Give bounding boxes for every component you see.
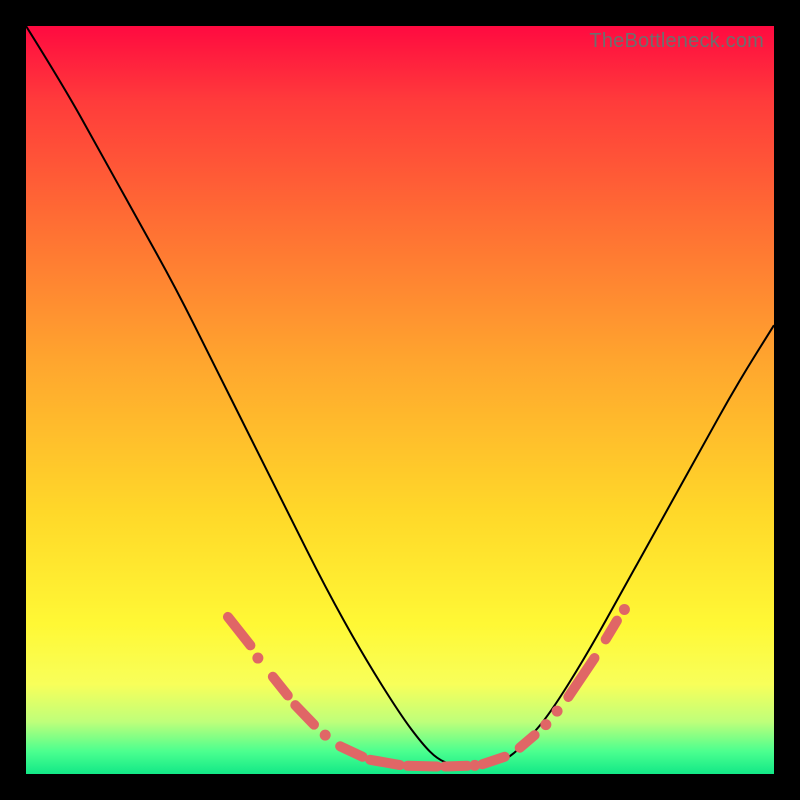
marker-dash [407, 766, 437, 767]
bottleneck-chart [26, 26, 774, 774]
marker-dash [482, 757, 504, 764]
marker-dot [540, 719, 551, 730]
marker-dash [606, 621, 617, 640]
marker-dot [252, 653, 263, 664]
marker-dot [320, 730, 331, 741]
marker-dash [340, 746, 362, 756]
marker-dot [552, 706, 563, 717]
marker-dash [273, 677, 288, 696]
marker-dash [445, 766, 467, 767]
bottleneck-curve-path [26, 26, 774, 766]
marker-dash [520, 735, 535, 748]
marker-dash [370, 760, 400, 765]
curve-markers [228, 604, 630, 771]
marker-dash [228, 617, 250, 645]
marker-dot [619, 604, 630, 615]
marker-dash [295, 705, 314, 724]
chart-frame: TheBottleneck.com [26, 26, 774, 774]
